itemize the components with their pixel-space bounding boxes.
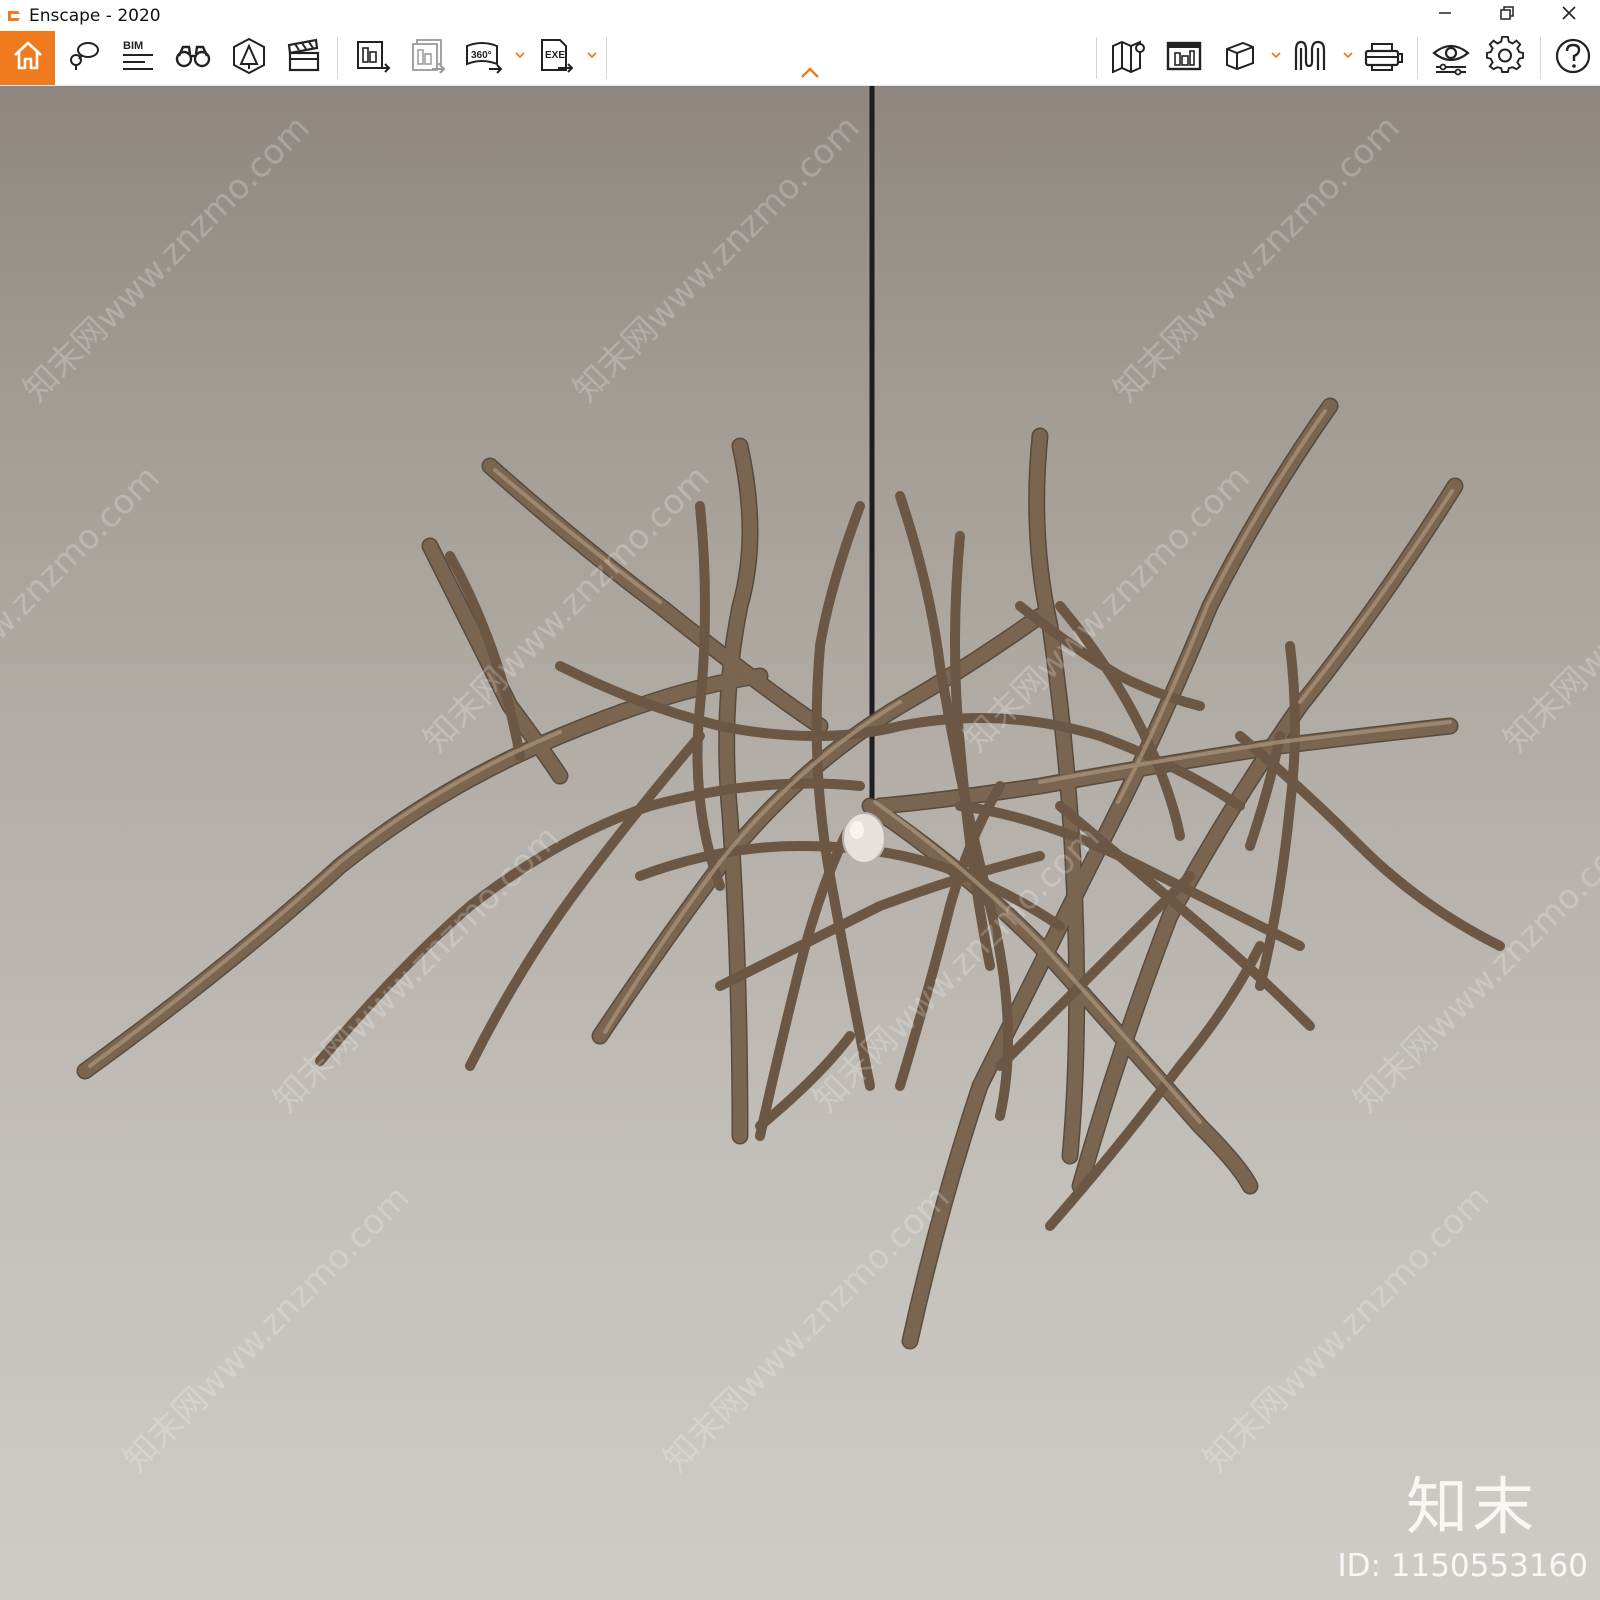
minimize-button[interactable] <box>1414 0 1476 31</box>
sync-button[interactable] <box>1288 35 1334 81</box>
chevron-down-icon <box>1342 48 1354 66</box>
home-button[interactable] <box>0 31 55 85</box>
toolbar: BIM 360° EXE <box>0 31 1600 86</box>
toolbar-separator <box>1096 37 1097 79</box>
cube-view-dropdown[interactable] <box>1270 51 1282 63</box>
capture-icon <box>1164 36 1204 81</box>
toolbar-separator <box>606 37 607 79</box>
video-editor-button[interactable] <box>281 35 327 81</box>
chevron-down-icon <box>1270 48 1282 66</box>
bulb-highlight <box>850 821 864 839</box>
close-icon <box>1561 5 1577 26</box>
image-id-label: ID: 1150553160 <box>1337 1548 1588 1584</box>
toolbar-separator <box>1417 37 1418 79</box>
help-icon <box>1553 36 1593 81</box>
settings-gear-icon <box>1486 35 1526 81</box>
home-icon <box>11 39 45 78</box>
sync-dropdown[interactable] <box>1342 51 1354 63</box>
batch-render-icon <box>408 36 448 81</box>
enscape-logo-icon <box>5 7 23 25</box>
render-360-button[interactable]: 360° <box>461 35 507 81</box>
export-exe-icon: EXE <box>536 36 576 81</box>
view-management-icon <box>65 38 101 79</box>
render-360-dropdown[interactable] <box>514 51 526 63</box>
export-exe-button[interactable]: EXE <box>533 35 579 81</box>
window-title: Enscape - 2020 <box>29 5 161 26</box>
export-exe-label: EXE <box>545 50 565 61</box>
render-image-button[interactable] <box>350 35 396 81</box>
asset-library-icon <box>229 36 269 81</box>
vr-headset-button[interactable] <box>1360 35 1406 81</box>
title-bar: Enscape - 2020 <box>0 0 1600 31</box>
view-management-button[interactable] <box>60 35 106 81</box>
batch-render-button[interactable] <box>405 35 451 81</box>
render-360-icon: 360° <box>463 36 505 81</box>
visual-settings-button[interactable] <box>1428 35 1474 81</box>
render-image-icon <box>353 36 393 81</box>
enscape-window: Enscape - 2020 BIM 360° EXE 知末网www.znzmo… <box>0 0 1600 1600</box>
toolbar-separator <box>1540 37 1541 79</box>
cube-view-icon <box>1219 36 1259 81</box>
driftwood-branches <box>76 397 1505 1350</box>
window-controls <box>1414 0 1600 31</box>
restore-icon <box>1500 6 1514 25</box>
settings-button[interactable] <box>1483 35 1529 81</box>
close-button[interactable] <box>1538 0 1600 31</box>
minimize-icon <box>1438 6 1452 25</box>
asset-library-button[interactable] <box>226 35 272 81</box>
bim-label: BIM <box>123 40 143 52</box>
cube-view-button[interactable] <box>1216 35 1262 81</box>
sync-icon <box>1291 36 1331 81</box>
toolbar-separator <box>337 37 338 79</box>
light-bulb <box>842 812 886 864</box>
walk-mode-button[interactable] <box>170 35 216 81</box>
render-viewport[interactable]: 知末网www.znzmo.com 知末网www.znzmo.com 知末网www… <box>0 86 1600 1600</box>
binoculars-icon <box>173 36 213 81</box>
chevron-down-icon <box>586 48 598 66</box>
export-dropdown[interactable] <box>586 51 598 63</box>
video-editor-icon <box>284 36 324 81</box>
visual-settings-icon <box>1431 36 1471 81</box>
vr-headset-icon <box>1362 36 1404 81</box>
render-360-label: 360° <box>471 50 492 61</box>
chevron-up-icon <box>799 66 821 85</box>
brand-watermark: 知末 <box>1406 1470 1539 1543</box>
restore-button[interactable] <box>1476 0 1538 31</box>
chevron-down-icon <box>514 48 526 66</box>
bim-button[interactable]: BIM <box>114 35 160 81</box>
map-button[interactable] <box>1106 35 1152 81</box>
capture-button[interactable] <box>1161 35 1207 81</box>
bim-icon: BIM <box>117 36 157 81</box>
collapse-toolbar-button[interactable] <box>798 66 822 85</box>
help-button[interactable] <box>1550 35 1596 81</box>
map-icon <box>1109 36 1149 81</box>
